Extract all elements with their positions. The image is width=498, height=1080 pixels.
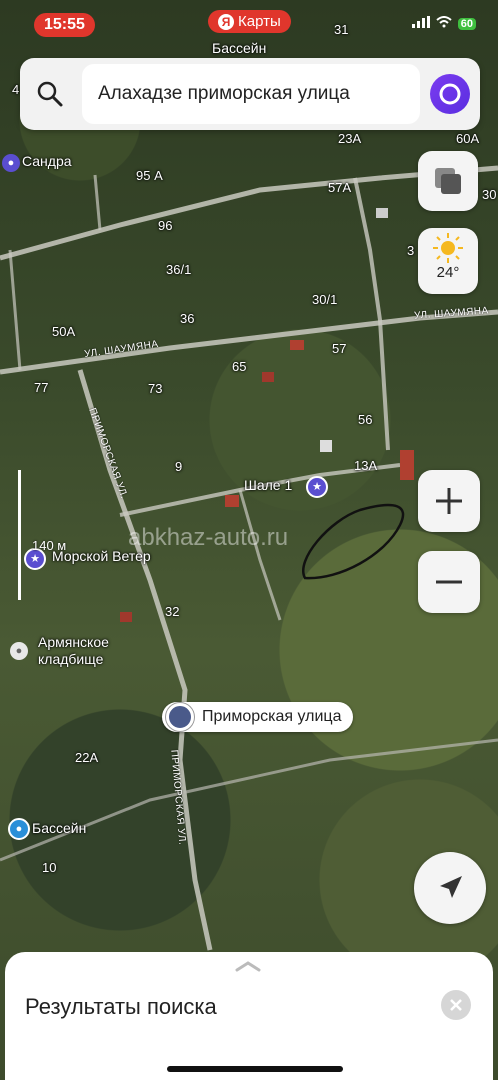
house-number: 30/1: [312, 292, 338, 307]
close-button[interactable]: [441, 990, 471, 1020]
search-bar[interactable]: Алахадзе приморская улица: [20, 58, 480, 130]
place-label-shale[interactable]: Шале 1: [244, 477, 292, 493]
house-number: 73: [148, 381, 163, 396]
selected-location-pin[interactable]: Приморская улица: [162, 702, 354, 732]
search-icon[interactable]: [36, 80, 64, 108]
house-number: 96: [158, 218, 173, 233]
place-label-sandra[interactable]: Сандра: [22, 153, 72, 169]
my-location-button[interactable]: [414, 852, 486, 924]
house-number: 57: [332, 341, 347, 356]
swimmer-icon: ●: [8, 818, 30, 840]
pin-icon: ●: [2, 154, 20, 172]
app-name: Карты: [238, 13, 281, 30]
alice-assistant-icon[interactable]: [430, 74, 470, 114]
plus-icon: [436, 488, 462, 514]
house-number: 32: [165, 604, 180, 619]
house-number: 60А: [456, 131, 480, 146]
map-scale-label: 140 м: [32, 538, 67, 553]
home-indicator[interactable]: [167, 1066, 343, 1072]
close-icon: [450, 999, 462, 1011]
layers-icon: [435, 168, 461, 194]
weather-temperature: 24°: [436, 264, 460, 281]
map-layers-button[interactable]: [418, 151, 478, 211]
house-number: 65: [232, 359, 247, 374]
app-indicator-pill[interactable]: Я Карты: [208, 10, 291, 33]
place-label-pool-top[interactable]: Бассейн: [212, 40, 266, 56]
status-icons: 60: [411, 16, 476, 31]
yandex-logo-icon: Я: [218, 13, 234, 30]
wifi-icon: [436, 16, 452, 31]
house-number: 4: [12, 82, 20, 97]
star-icon: ★: [306, 476, 328, 498]
search-input[interactable]: Алахадзе приморская улица: [82, 64, 420, 124]
zoom-in-button[interactable]: [418, 470, 480, 532]
house-number: 13А: [354, 458, 378, 473]
sheet-title: Результаты поиска: [25, 994, 217, 1019]
house-number: 23А: [338, 131, 362, 146]
place-label-pool-bottom[interactable]: Бассейн: [32, 820, 86, 836]
zoom-out-button[interactable]: [418, 551, 480, 613]
map-scale-bar: [18, 470, 21, 600]
sun-icon: [433, 233, 463, 263]
signal-icon: [411, 16, 430, 31]
house-number: 95 А: [136, 168, 163, 183]
weather-widget[interactable]: 24°: [418, 228, 478, 294]
search-results-sheet[interactable]: Результаты поиска: [5, 952, 493, 1080]
house-number: 56: [358, 412, 373, 427]
navigation-arrow-icon: [440, 876, 462, 898]
search-query: Алахадзе приморская улица: [98, 83, 350, 104]
house-number: 10: [42, 860, 57, 875]
chevron-up-icon[interactable]: [233, 958, 263, 972]
place-label-cemetery-line2: кладбище: [38, 651, 104, 667]
house-number: 50А: [52, 324, 76, 339]
minus-icon: [436, 580, 462, 584]
house-number: 9: [175, 459, 183, 474]
house-number: 22А: [75, 750, 99, 765]
house-number: 36/1: [166, 262, 192, 277]
location-pin-icon: [166, 703, 194, 731]
selected-location-label: Приморская улица: [202, 708, 342, 725]
house-number: 3: [407, 243, 415, 258]
place-label-cemetery[interactable]: Армянское: [38, 634, 109, 650]
house-number: 30: [482, 187, 497, 202]
watermark: abkhaz-auto.ru: [128, 524, 289, 551]
house-number: 57А: [328, 180, 352, 195]
house-number: 77: [34, 380, 49, 395]
battery-indicator: 60: [457, 17, 476, 30]
house-number: 36: [180, 311, 195, 326]
status-bar: 15:55 Я Карты 60: [0, 10, 498, 40]
status-time: 15:55: [34, 13, 95, 37]
cemetery-icon: ●: [10, 642, 28, 660]
